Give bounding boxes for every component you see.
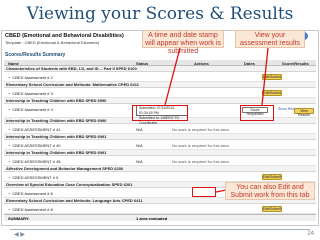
- expand-icon[interactable]: +: [8, 91, 10, 96]
- status-note: No work is required for this area: [172, 159, 229, 164]
- expand-icon[interactable]: +: [8, 75, 10, 80]
- assessment-name[interactable]: + CBED ASSESSMENT # 5: [8, 175, 58, 180]
- table-row: + CBED ASSESSMENT # 5 Edit/Submit: [4, 172, 316, 182]
- status-note: No work is required for this area: [172, 127, 229, 132]
- view-results-callout: View your assessment results: [235, 30, 305, 48]
- edit-submit-callout: You can also Edit and Submit work from t…: [225, 182, 315, 200]
- col-status: Status: [136, 61, 149, 66]
- expand-icon[interactable]: +: [8, 191, 10, 196]
- assessment-name[interactable]: + CBED Assessment # 3: [8, 91, 53, 96]
- edit-submit-button[interactable]: Edit/Submit: [262, 206, 282, 212]
- assessment-name[interactable]: + CBED Assessment # 6: [8, 191, 53, 196]
- expand-icon[interactable]: +: [8, 107, 10, 112]
- assessment-name[interactable]: + CBED ASSESSMENT # 41: [8, 127, 61, 132]
- slide-title: Viewing your Scores & Results: [26, 4, 294, 24]
- view-results-highlight: [240, 105, 274, 121]
- status-note: No work is required for this area: [172, 143, 229, 148]
- col-name: Name: [8, 61, 19, 66]
- summary-label: SUMMARY:: [8, 216, 30, 221]
- table-row: + CBED ASSESSMENT # 41 N/A No work is req…: [4, 124, 316, 134]
- view-results-button[interactable]: View Results: [294, 108, 314, 117]
- assessment-name[interactable]: + CBED Assessment # 4: [8, 107, 53, 112]
- table-row: + CBED Assessment # 8 Edit/Submit: [4, 204, 316, 214]
- assessment-name[interactable]: + CBED Assessment # 2: [8, 75, 53, 80]
- expand-icon[interactable]: +: [8, 175, 10, 180]
- page-number: 24: [307, 231, 314, 237]
- timestamp-callout: A time and date stamp will appear when w…: [142, 30, 224, 55]
- expand-icon[interactable]: +: [8, 127, 10, 132]
- edit-submit-button[interactable]: Edit/Submit: [262, 90, 282, 96]
- assessment-name[interactable]: + CBED ASSESSMENT # 40: [8, 143, 61, 148]
- expand-icon[interactable]: +: [8, 143, 10, 148]
- summary-row: SUMMARY: 1 area evaluated: [4, 214, 316, 221]
- status-value: N/A: [136, 143, 143, 148]
- status-value: N/A: [136, 159, 143, 164]
- edit-submit-button[interactable]: Edit/Submit: [262, 74, 282, 80]
- assessment-name[interactable]: + CBED ASSESSMENT # 48: [8, 159, 61, 164]
- edit-submit-highlight: [192, 187, 216, 197]
- table-row: + CBED Assessment # 3 Edit/Submit: [4, 88, 316, 98]
- table-row: + CBED ASSESSMENT # 48 N/A No work is req…: [4, 156, 316, 166]
- table-row: + CBED Assessment # 2 Edit/Submit: [4, 72, 316, 82]
- expand-icon[interactable]: +: [8, 207, 10, 212]
- assessment-name[interactable]: + CBED Assessment # 8: [8, 207, 53, 212]
- summary-value: 1 area evaluated: [136, 216, 168, 221]
- table-row: + CBED ASSESSMENT # 40 N/A No work is req…: [4, 140, 316, 150]
- expand-icon[interactable]: +: [8, 159, 10, 164]
- table-header: Name Status Actions Dates Score/Results: [4, 60, 316, 66]
- edit-submit-button[interactable]: Edit/Submit: [262, 174, 282, 180]
- col-actions: Actions: [194, 61, 209, 66]
- timestamp-highlight: [132, 105, 188, 121]
- template-line: Template : CBED (Emotional & Behavioral …: [5, 40, 100, 45]
- status-value: N/A: [136, 127, 143, 132]
- col-dates: Dates: [244, 61, 255, 66]
- scores-summary-heading: Scores/Results Summary: [5, 52, 66, 58]
- footer-divider: [10, 229, 310, 230]
- col-score: Score/Results: [282, 61, 309, 66]
- system-name: CBED (Emotional and Behavioral Disabilit…: [5, 33, 124, 39]
- footer-nav-icons[interactable]: ◀ ▶: [14, 231, 25, 238]
